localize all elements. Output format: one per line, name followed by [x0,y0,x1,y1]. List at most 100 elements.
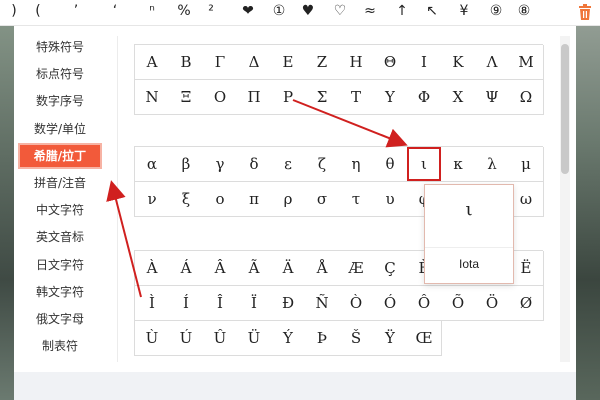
symbol-cell[interactable]: Ì [135,286,170,321]
recent-symbol[interactable]: ⁿ [138,0,166,25]
category-item[interactable]: 拼音/注音 [20,172,100,194]
symbol-cell[interactable]: Ý [271,321,306,356]
symbol-cell[interactable]: Ô [407,286,442,321]
symbol-cell[interactable]: Ù [135,321,170,356]
symbol-cell[interactable]: Γ [203,45,238,80]
symbol-cell[interactable]: Ζ [305,45,340,80]
symbol-cell[interactable]: Ü [237,321,272,356]
symbol-cell[interactable]: π [237,182,272,217]
symbol-cell[interactable]: Á [169,251,204,286]
symbol-cell[interactable]: Ρ [271,80,306,115]
symbol-cell[interactable]: Š [339,321,374,356]
category-item[interactable]: 俄文字母 [20,308,100,330]
scrollbar-thumb[interactable] [561,44,569,174]
recent-symbol[interactable]: ↑ [388,0,416,25]
symbol-cell[interactable]: Â [203,251,238,286]
symbol-cell[interactable]: γ [203,147,238,182]
symbol-cell[interactable]: Ψ [475,80,510,115]
symbol-cell[interactable]: α [135,147,170,182]
symbol-cell[interactable]: Θ [373,45,408,80]
symbol-cell[interactable]: ν [135,182,170,217]
category-item[interactable]: 中文字符 [20,199,100,221]
recent-symbol[interactable]: ¥ [450,0,478,25]
symbol-cell[interactable]: τ [339,182,374,217]
symbol-cell[interactable]: Τ [339,80,374,115]
recent-symbol[interactable]: ⑨ [482,0,510,25]
symbol-cell[interactable]: Μ [509,45,544,80]
symbol-cell[interactable]: À [135,251,170,286]
recent-symbol[interactable]: ≈ [356,0,384,25]
symbol-cell[interactable]: ζ [305,147,340,182]
recent-symbol[interactable]: ♡ [326,0,354,25]
symbol-cell[interactable]: Å [305,251,340,286]
symbol-cell[interactable]: θ [373,147,408,182]
symbol-cell[interactable]: Þ [305,321,340,356]
symbol-cell[interactable]: Ÿ [373,321,408,356]
symbol-cell[interactable]: ο [203,182,238,217]
recent-symbol[interactable]: ↖ [418,0,446,25]
category-item[interactable]: 制表符 [20,335,100,357]
symbol-cell[interactable]: Ë [509,251,544,286]
symbol-cell[interactable]: Ο [203,80,238,115]
symbol-cell[interactable]: Β [169,45,204,80]
recent-symbol[interactable]: % [170,0,198,25]
symbol-cell[interactable]: Ξ [169,80,204,115]
symbol-cell[interactable]: Ö [475,286,510,321]
symbol-cell[interactable]: Ι [407,45,442,80]
category-item[interactable]: 希腊/拉丁 [20,144,100,167]
category-item[interactable]: 日文字符 [20,254,100,276]
symbol-cell[interactable]: Φ [407,80,442,115]
recent-symbol[interactable]: ( [24,0,52,25]
symbol-cell[interactable]: β [169,147,204,182]
category-item[interactable]: 数学/单位 [20,118,100,140]
recent-symbol[interactable]: ❤ [234,0,262,25]
category-item[interactable]: 英文音标 [20,226,100,248]
recent-symbol[interactable]: ⑧ [510,0,538,25]
category-item[interactable]: 数字序号 [20,90,100,112]
symbol-cell[interactable]: Ð [271,286,306,321]
symbol-cell[interactable]: Ï [237,286,272,321]
symbol-cell[interactable]: Œ [407,321,442,356]
symbol-cell[interactable]: σ [305,182,340,217]
symbol-cell[interactable]: Ó [373,286,408,321]
symbol-cell[interactable]: υ [373,182,408,217]
symbol-cell[interactable]: Î [203,286,238,321]
symbol-cell[interactable]: Κ [441,45,476,80]
symbol-cell[interactable]: Χ [441,80,476,115]
symbol-cell[interactable]: Í [169,286,204,321]
symbol-cell[interactable]: ω [509,182,544,217]
trash-icon[interactable] [578,4,592,20]
category-item[interactable]: 标点符号 [20,63,100,85]
symbol-cell[interactable]: λ [475,147,510,182]
symbol-cell[interactable]: Υ [373,80,408,115]
symbol-cell[interactable]: Û [203,321,238,356]
symbol-cell[interactable]: Η [339,45,374,80]
symbol-cell[interactable]: κ [441,147,476,182]
recent-symbol[interactable]: ① [265,0,293,25]
category-item[interactable]: 韩文字符 [20,281,100,303]
symbol-cell[interactable]: Ã [237,251,272,286]
symbol-cell[interactable]: Π [237,80,272,115]
symbol-cell[interactable]: Æ [339,251,374,286]
scrollbar[interactable] [560,36,570,362]
symbol-cell[interactable]: Ε [271,45,306,80]
recent-symbol[interactable]: ‘ [101,0,129,25]
symbol-cell[interactable]: Ä [271,251,306,286]
symbol-cell[interactable]: η [339,147,374,182]
symbol-cell[interactable]: Ç [373,251,408,286]
symbol-cell[interactable]: Λ [475,45,510,80]
recent-symbol[interactable]: ’ [62,0,90,25]
category-item[interactable]: 特殊符号 [20,36,100,58]
symbol-cell[interactable]: Ú [169,321,204,356]
symbol-cell[interactable]: Ø [509,286,544,321]
symbol-cell[interactable]: Ω [509,80,544,115]
symbol-cell[interactable]: ρ [271,182,306,217]
symbol-cell[interactable]: Ñ [305,286,340,321]
recent-symbol[interactable]: ² [197,0,225,25]
symbol-cell[interactable]: Δ [237,45,272,80]
symbol-cell[interactable]: ξ [169,182,204,217]
symbol-cell[interactable]: Α [135,45,170,80]
symbol-cell[interactable]: Õ [441,286,476,321]
symbol-cell[interactable]: Σ [305,80,340,115]
symbol-cell[interactable]: Ò [339,286,374,321]
